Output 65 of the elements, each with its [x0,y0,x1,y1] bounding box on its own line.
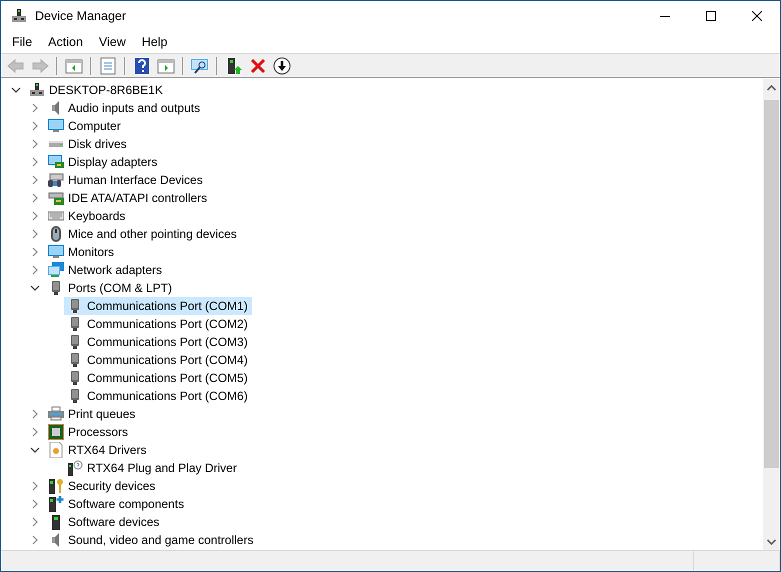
tree-item[interactable]: Communications Port (COM4) [64,351,252,369]
download-icon [272,56,290,74]
tree-item[interactable]: Monitors [45,243,118,261]
tree-item[interactable]: Network adapters [45,261,166,279]
device-plus-icon [48,496,64,512]
tree-item[interactable]: Mice and other pointing devices [45,225,241,243]
device-key-icon [48,478,64,494]
monitor-magnifier-icon [190,56,208,74]
tree-item[interactable]: Audio inputs and outputs [45,99,204,117]
tree-item[interactable]: Communications Port (COM3) [64,333,252,351]
network-icon [48,262,64,278]
menu-item[interactable]: View [90,35,134,49]
close-icon [752,11,762,21]
back-arrow-icon [6,56,24,74]
tree-item[interactable]: Disk drives [45,135,131,153]
monitor-icon [48,118,64,134]
toolbar-button[interactable] [271,55,292,76]
chevron-down-icon [30,283,40,293]
properties-icon [98,56,116,74]
tree-item[interactable]: Processors [45,423,132,441]
menu-item[interactable]: File [4,35,40,49]
menu-item[interactable]: Help [134,35,176,49]
display-adapter-icon [48,154,64,170]
help-icon [132,56,150,74]
tree-item[interactable]: Sound, video and game controllers [45,531,258,549]
console-tree-icon [64,56,82,74]
mouse-icon [48,226,64,242]
chevron-down-icon [11,85,21,95]
menu-item[interactable]: Action [40,35,91,49]
tree-item[interactable]: Communications Port (COM5) [64,369,252,387]
processor-chip-icon [48,424,64,440]
tree-item[interactable]: IDE ATA/ATAPI controllers [45,189,212,207]
printer-icon [48,406,64,422]
monitor-icon [48,244,64,260]
tree-item[interactable]: Communications Port (COM6) [64,387,252,405]
tree-item[interactable]: Ports (COM & LPT) [45,279,176,297]
tree-item[interactable]: Computer [45,117,125,135]
scroll-up-icon [767,84,776,90]
tree-item[interactable]: DESKTOP-8R6BE1K [26,81,167,99]
tree-item[interactable]: Security devices [45,477,160,495]
forward-arrow-icon [30,56,48,74]
action-pane-icon [156,56,174,74]
app-icon [11,8,27,24]
window-title: Device Manager [35,9,128,23]
tree-item[interactable]: Keyboards [45,207,130,225]
tree-item[interactable]: RTX64 Drivers [45,441,150,459]
computer-icon [29,82,45,98]
scroll-down-icon [767,538,776,544]
keyboard-and-mouse-icon [48,172,64,188]
tree-item[interactable]: RTX64 Plug and Play Driver [64,459,241,477]
disk-drive-icon [48,140,64,148]
tree-item[interactable]: Human Interface Devices [45,171,207,189]
tree-item[interactable]: Print queues [45,405,140,423]
scroll-thumb[interactable] [764,100,779,468]
tree-item[interactable]: Communications Port (COM1) [64,297,252,315]
tree-item[interactable]: Display adapters [45,153,162,171]
tree-item[interactable]: Communications Port (COM2) [64,315,252,333]
tree-item[interactable]: Software devices [45,513,164,531]
chevron-down-icon [30,445,40,455]
unknown-device-icon [67,460,83,476]
controller-card-icon [48,190,64,206]
tree-item[interactable]: Software components [45,495,188,513]
uninstall-icon [248,56,266,74]
maximize-icon [706,11,716,21]
scrollbar[interactable] [763,79,780,550]
